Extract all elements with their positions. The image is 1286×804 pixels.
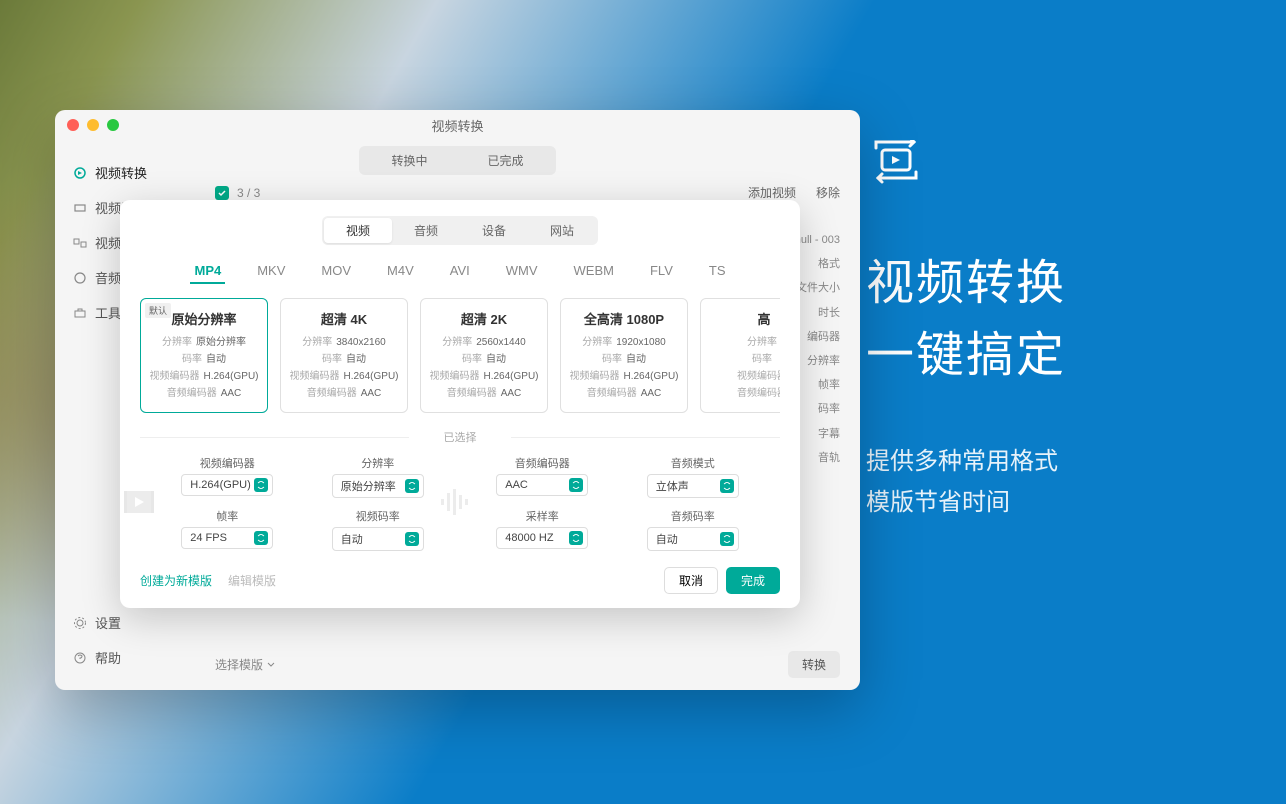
format-tab-mov[interactable]: MOV	[317, 259, 355, 284]
marketing-title: 视频转换 一键搞定	[866, 248, 1226, 392]
window-maximize-button[interactable]	[107, 119, 119, 131]
amode-select[interactable]: 立体声	[647, 474, 739, 498]
preset-card[interactable]: 全高清 1080P分辨率1920x1080码率自动视频编码器H.264(GPU)…	[560, 298, 688, 413]
sidebar-settings[interactable]: 设置	[55, 605, 195, 640]
acodec-select[interactable]: AAC	[496, 474, 588, 496]
category-tab-web[interactable]: 网站	[528, 218, 596, 243]
audio-icon	[73, 271, 87, 285]
format-tab-mkv[interactable]: MKV	[253, 259, 289, 284]
cancel-button[interactable]: 取消	[664, 567, 718, 594]
vbitrate-label: 视频码率	[356, 508, 400, 524]
film-icon	[122, 485, 156, 519]
category-tab-device[interactable]: 设备	[460, 218, 528, 243]
category-tab-video[interactable]: 视频	[324, 218, 392, 243]
template-select[interactable]: 选择模版	[215, 656, 275, 673]
vcodec-select[interactable]: H.264(GPU)	[181, 474, 273, 496]
category-tab-audio[interactable]: 音频	[392, 218, 460, 243]
fps-label: 帧率	[216, 508, 238, 524]
format-tab-wmv[interactable]: WMV	[502, 259, 542, 284]
format-tab-mp4[interactable]: MP4	[190, 259, 225, 284]
selection-count: 3 / 3	[237, 186, 260, 200]
sidebar-help[interactable]: 帮助	[55, 640, 195, 675]
preset-default-tag: 默认	[145, 303, 171, 318]
sample-select[interactable]: 48000 HZ	[496, 527, 588, 549]
convert-button[interactable]: 转换	[788, 651, 840, 678]
waveform-icon	[437, 485, 471, 519]
format-tab-webm[interactable]: WEBM	[570, 259, 618, 284]
acodec-label: 音频编码器	[515, 455, 570, 471]
format-tab-m4v[interactable]: M4V	[383, 259, 418, 284]
preset-title: 超清 4K	[289, 309, 399, 328]
sidebar-item-label: 视频转换	[95, 163, 147, 182]
help-icon	[73, 651, 87, 665]
window-close-button[interactable]	[67, 119, 79, 131]
sample-label: 采样率	[526, 508, 559, 524]
convert-icon	[866, 140, 926, 188]
window-title: 视频转换	[431, 116, 483, 135]
abitrate-label: 音频码率	[671, 508, 715, 524]
res-label: 分辨率	[361, 455, 394, 471]
merge-icon	[73, 236, 87, 250]
sidebar-item-video-convert[interactable]: 视频转换	[55, 155, 195, 190]
sidebar-item-label: 设置	[95, 613, 121, 632]
format-tab-ts[interactable]: TS	[705, 259, 730, 284]
preset-title: 超清 2K	[429, 309, 539, 328]
done-button[interactable]: 完成	[726, 567, 780, 594]
convert-small-icon	[73, 166, 87, 180]
preset-card[interactable]: 超清 4K分辨率3840x2160码率自动视频编码器H.264(GPU)音频编码…	[280, 298, 408, 413]
fps-select[interactable]: 24 FPS	[181, 527, 273, 549]
vcodec-label: 视频编码器	[200, 455, 255, 471]
compress-icon	[73, 201, 87, 215]
abitrate-select[interactable]: 自动	[647, 527, 739, 551]
remove-button[interactable]: 移除	[816, 184, 840, 201]
marketing-subtitle: 提供多种常用格式 模版节省时间	[866, 442, 1226, 524]
preset-title: 全高清 1080P	[569, 309, 679, 328]
gear-icon	[73, 616, 87, 630]
preset-card[interactable]: 超清 2K分辨率2560x1440码率自动视频编码器H.264(GPU)音频编码…	[420, 298, 548, 413]
format-tab-avi[interactable]: AVI	[446, 259, 474, 284]
toolbox-icon	[73, 306, 87, 320]
preset-card[interactable]: 高分辨率码率视频编码器音频编码器	[700, 298, 780, 413]
vbitrate-select[interactable]: 自动	[332, 527, 424, 551]
sidebar-item-label: 帮助	[95, 648, 121, 667]
selected-divider: 已选择	[140, 429, 780, 445]
format-settings-modal: 视频 音频 设备 网站 MP4 MKV MOV M4V AVI WMV WEBM…	[120, 200, 800, 608]
resolution-select[interactable]: 原始分辨率	[332, 474, 424, 498]
preset-card[interactable]: 默认原始分辨率分辨率原始分辨率码率自动视频编码器H.264(GPU)音频编码器A…	[140, 298, 268, 413]
create-template-link[interactable]: 创建为新模版	[140, 572, 212, 589]
select-all-checkbox[interactable]	[215, 186, 229, 200]
amode-label: 音频模式	[671, 455, 715, 471]
edit-template-link[interactable]: 编辑模版	[228, 572, 276, 589]
format-tab-flv[interactable]: FLV	[646, 259, 677, 284]
preset-title: 高	[709, 309, 780, 328]
add-video-button[interactable]: 添加视频	[748, 184, 796, 201]
window-minimize-button[interactable]	[87, 119, 99, 131]
